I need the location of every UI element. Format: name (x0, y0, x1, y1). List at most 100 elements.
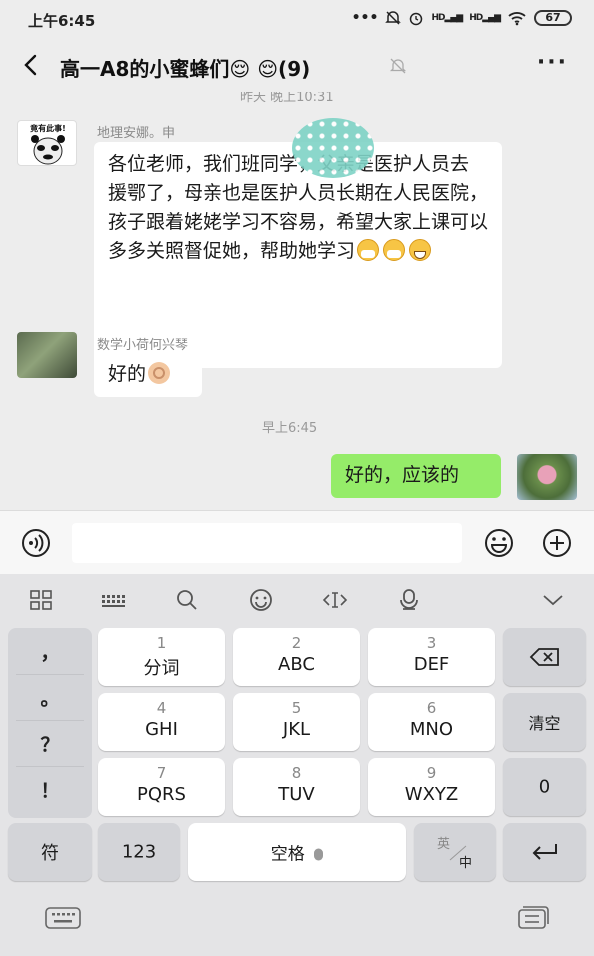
message-list[interactable]: 昨天 晚上10:31 竟有此事! 地理安娜。申 各位老师，我们班同学，父亲是医护… (0, 92, 594, 510)
key-7[interactable]: 7 PQRS (98, 758, 225, 816)
message-input[interactable] (72, 523, 462, 563)
more-options-button[interactable]: ··· (537, 50, 568, 75)
divider (16, 766, 84, 767)
message-bubble-self[interactable]: 好的，应该的 (331, 454, 501, 498)
key-number: 9 (426, 764, 437, 782)
key-number: 2 (291, 634, 302, 652)
enter-arrow-icon (532, 844, 557, 860)
message-bubble[interactable]: 好的 (94, 353, 202, 397)
ime-keyboard: ， 。 ？ ！ 1 分词 2 ABC 3 DEF 4 GHI 5 JKL 6 MNO 清空 … (0, 574, 594, 956)
sender-name: 数学小荷何兴琴 (97, 338, 189, 353)
divider (16, 674, 84, 675)
emoji-button[interactable] (478, 527, 520, 559)
mask-face-emoji-icon (383, 239, 406, 261)
search-icon[interactable] (174, 588, 200, 612)
key-label: 0 (538, 776, 551, 798)
message-text-part1: 各位老师，我们班 (108, 153, 261, 175)
avatar-geography-teacher[interactable]: 竟有此事! (17, 120, 77, 166)
space-key[interactable]: 空格 (188, 823, 406, 881)
key-label: WXYZ (404, 784, 459, 805)
key-number: 4 (156, 699, 167, 717)
key-8[interactable]: 8 TUV (233, 758, 360, 816)
key-question[interactable]: ？ (8, 730, 92, 757)
wifi-icon (508, 12, 526, 26)
key-exclamation[interactable]: ！ (8, 776, 92, 803)
status-bar: 上午6:45 ••• HD▂▄▆ HD▂▄▆ 67 (0, 0, 594, 40)
mute-status-icon (385, 11, 402, 25)
clipboard-icon[interactable] (514, 904, 550, 932)
hd-signal-icon-1: HD▂▄▆ (431, 13, 463, 23)
message-text: 好的，应该的 (345, 464, 460, 486)
status-icons: ••• HD▂▄▆ HD▂▄▆ 67 (352, 10, 572, 26)
key-comma[interactable]: ， (8, 638, 92, 665)
key-label: ABC (278, 654, 315, 675)
key-label: JKL (282, 719, 311, 740)
backspace-icon (529, 648, 559, 666)
emoji-panel-icon[interactable] (248, 588, 274, 612)
chat-title: 高一A8的小蜜蜂们😌 😌(9) (60, 57, 311, 81)
key-3[interactable]: 3 DEF (368, 628, 495, 686)
symbol-key[interactable]: 符 (8, 823, 92, 881)
key-1[interactable]: 1 分词 (98, 628, 225, 686)
message-input-bar (0, 510, 594, 574)
voice-typing-icon[interactable] (396, 588, 422, 612)
key-number: 3 (426, 634, 437, 652)
mic-icon (314, 848, 324, 861)
key-label: TUV (278, 784, 315, 805)
divider (16, 720, 84, 721)
key-label: PQRS (137, 784, 186, 805)
key-label: 空格 (270, 844, 305, 865)
voice-input-button[interactable] (16, 528, 56, 558)
key-2[interactable]: 2 ABC (233, 628, 360, 686)
key-label: 符 (41, 843, 59, 864)
key-label: MNO (409, 719, 454, 740)
sender-name: 地理安娜。申 (97, 126, 176, 141)
numbers-key[interactable]: 123 (98, 823, 180, 881)
more-notifications-icon: ••• (351, 10, 379, 26)
keyboard-switch-icon[interactable] (44, 906, 82, 932)
back-arrow-icon[interactable] (18, 50, 44, 80)
panda-meme-avatar-icon: 竟有此事! (29, 123, 66, 165)
status-time: 上午6:45 (28, 12, 96, 30)
key-label: 分词 (143, 658, 180, 679)
backspace-key[interactable] (503, 628, 586, 686)
key-label-primary: 中 (459, 856, 473, 871)
punctuation-column: ， 。 ？ ！ (8, 628, 92, 818)
key-number: 1 (156, 634, 167, 652)
key-number: 8 (291, 764, 302, 782)
enter-key[interactable] (503, 823, 586, 881)
key-label: 123 (121, 841, 157, 863)
clear-key[interactable]: 清空 (503, 693, 586, 751)
key-6[interactable]: 6 MNO (368, 693, 495, 751)
grinning-face-emoji-icon (409, 239, 432, 261)
grid-menu-icon[interactable] (28, 588, 54, 612)
keyboard-layout-icon[interactable] (100, 588, 126, 612)
key-label: DEF (413, 654, 450, 675)
space-label-wrap: 空格 (188, 840, 406, 865)
add-attachment-button[interactable] (536, 527, 578, 559)
hd-signal-icon-2: HD▂▄▆ (469, 13, 501, 23)
system-nav-bar (0, 892, 594, 956)
alarm-icon (410, 12, 423, 26)
mask-face-emoji-icon (357, 239, 380, 261)
key-5[interactable]: 5 JKL (233, 693, 360, 751)
key-0[interactable]: 0 (503, 758, 586, 816)
key-4[interactable]: 4 GHI (98, 693, 225, 751)
svg-text:竟有此事!: 竟有此事! (29, 123, 66, 133)
key-number: 5 (291, 699, 302, 717)
ok-hand-emoji-icon (148, 362, 171, 384)
key-number: 7 (156, 764, 167, 782)
collapse-keyboard-chevron-icon[interactable] (540, 588, 566, 612)
battery-icon: 67 (534, 10, 572, 26)
avatar-math-teacher[interactable] (17, 332, 77, 378)
key-period[interactable]: 。 (8, 684, 92, 711)
key-number: 6 (426, 699, 437, 717)
overlay-sticker (292, 118, 374, 178)
key-9[interactable]: 9 WXYZ (368, 758, 495, 816)
cursor-edit-icon[interactable] (322, 588, 348, 612)
chat-header: 高一A8的小蜜蜂们😌 😌(9) ··· (0, 40, 594, 92)
message-text: 好的 (108, 363, 147, 385)
language-switch-key[interactable]: 英 中 (414, 823, 496, 881)
avatar-self[interactable] (517, 454, 577, 500)
key-label: 清空 (528, 714, 561, 733)
